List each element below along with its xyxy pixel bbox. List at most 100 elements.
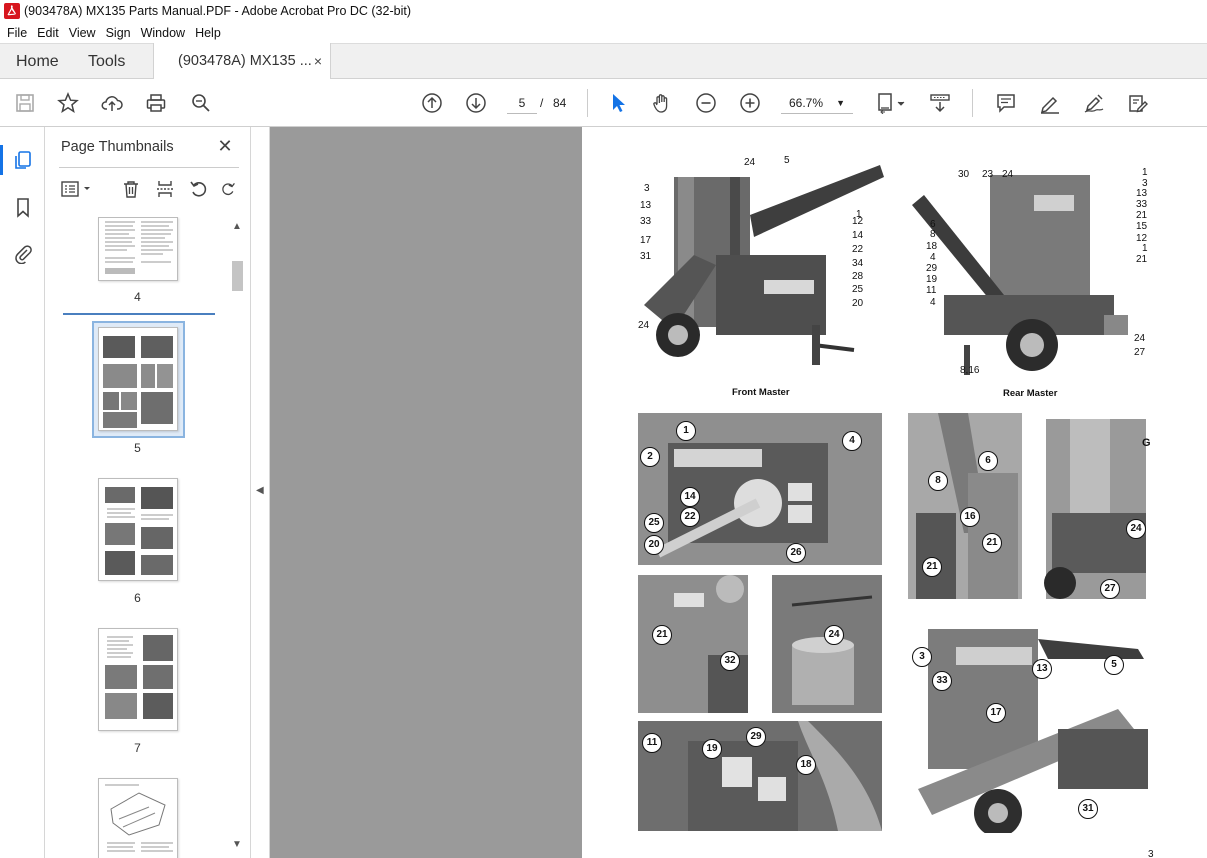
delete-page-icon[interactable] [120, 178, 142, 200]
select-cursor-icon[interactable] [606, 91, 630, 115]
photo-spout-side: 6 8 16 21 21 [908, 413, 1022, 599]
callout-label: 33 [640, 216, 652, 227]
upload-cloud-icon[interactable] [100, 91, 124, 115]
page-separator: / [540, 96, 544, 110]
thumbnail-page-4[interactable] [98, 217, 178, 281]
tab-bar: Home Tools (903478A) MX135 ... × [0, 43, 1207, 79]
callout-label: 21 [982, 533, 1002, 553]
chevron-down-icon: ▼ [836, 98, 845, 108]
callout-label: 29 [926, 263, 938, 274]
menu-help[interactable]: Help [190, 26, 226, 40]
photo-auger-tank: 3 13 5 33 17 31 [908, 619, 1156, 833]
scrollbar-thumb[interactable] [232, 261, 243, 291]
next-page-icon[interactable] [464, 91, 488, 115]
extract-pages-icon[interactable] [154, 178, 176, 200]
document-viewport[interactable]: 24 5 3 13 33 17 31 24 1 12 14 22 34 28 2… [270, 127, 1207, 858]
callout-label: 27 [1100, 579, 1120, 599]
zoom-level-value: 66.7% [789, 96, 824, 110]
callout-label: 33 [1136, 199, 1148, 210]
photo-side-panel-decals: 11 19 29 18 [638, 721, 882, 831]
save-icon[interactable] [13, 91, 37, 115]
thumbnail-page-8[interactable] [98, 778, 178, 858]
callout-label: 3 [644, 183, 650, 194]
thumbnail-scrollbar[interactable]: ▲ ▼ [229, 217, 245, 858]
callout-label: 31 [640, 251, 652, 262]
fill-sign-icon[interactable] [1126, 91, 1150, 115]
thumbnail-options-menu-icon[interactable] [59, 178, 95, 200]
zoom-level-select[interactable]: 66.7% ▼ [781, 92, 853, 114]
close-panel-icon[interactable]: ✕ [215, 136, 235, 156]
callout-label: 21 [652, 625, 672, 645]
callout-label: 4 [930, 252, 936, 263]
zoom-search-icon[interactable] [189, 91, 213, 115]
callout-label: 19 [926, 274, 938, 285]
hand-pan-icon[interactable] [650, 91, 674, 115]
highlight-pen-icon[interactable] [1038, 91, 1062, 115]
callout-label: 24 [1134, 333, 1146, 344]
callout-label: 24 [638, 320, 650, 331]
callout-label: 19 [702, 739, 722, 759]
page-fit-icon[interactable] [873, 91, 909, 115]
front-master-photo: 24 5 3 13 33 17 31 24 1 12 14 22 34 28 2… [634, 155, 886, 385]
thumbnail-page-label: 5 [134, 441, 141, 455]
thumbnail-list: 4 5 6 7 [45, 217, 230, 858]
print-icon[interactable] [144, 91, 168, 115]
title-bar: (903478A) MX135 Parts Manual.PDF - Adobe… [0, 0, 1207, 22]
callout-label: 22 [852, 244, 864, 255]
callout-label: 16 [960, 507, 980, 527]
thumbnail-page-6-image [105, 487, 173, 575]
comment-icon[interactable] [994, 91, 1018, 115]
previous-page-icon[interactable] [420, 91, 444, 115]
panel-divider [59, 167, 239, 168]
thumbnail-page-5-image [103, 336, 173, 428]
callout-label: 25 [644, 513, 664, 533]
draw-sign-icon[interactable] [1082, 91, 1106, 115]
collapse-arrow-icon: ◀ [256, 485, 264, 496]
zoom-in-icon[interactable] [738, 91, 762, 115]
callout-label: 25 [852, 284, 864, 295]
callout-label: 34 [852, 258, 864, 269]
scroll-up-icon[interactable]: ▲ [232, 221, 242, 232]
close-tab-icon[interactable]: × [314, 53, 322, 69]
panel-collapse-handle[interactable]: ◀ [251, 127, 270, 858]
zoom-out-icon[interactable] [694, 91, 718, 115]
pdf-page: 24 5 3 13 33 17 31 24 1 12 14 22 34 28 2… [582, 127, 1207, 858]
thumbnail-page-7[interactable] [98, 628, 178, 731]
callout-label: 17 [986, 703, 1006, 723]
bookmark-star-icon[interactable] [56, 91, 80, 115]
thumbnail-page-5[interactable] [98, 327, 178, 431]
callout-label: 4 [842, 431, 862, 451]
photo-decal-panel: 21 32 [638, 575, 748, 713]
menu-sign[interactable]: Sign [101, 26, 136, 40]
scroll-mode-icon[interactable] [928, 91, 952, 115]
rotate-clockwise-icon[interactable] [220, 178, 236, 200]
scroll-down-icon[interactable]: ▼ [232, 839, 242, 850]
callout-label: 11 [642, 733, 662, 753]
tab-document[interactable]: (903478A) MX135 ... × [153, 43, 331, 79]
toolbar-divider [587, 89, 588, 117]
page-number-input[interactable]: 5 [507, 92, 537, 114]
page-thumbnails-icon[interactable] [11, 148, 35, 172]
callout-label: 26 [786, 543, 806, 563]
callout-label: 6 [978, 451, 998, 471]
photo-rear-corner: G 24 27 [1040, 413, 1154, 599]
thumbnail-page-label: 4 [134, 290, 141, 304]
rear-master-photo: 30 23 24 1 3 13 33 21 15 12 1 21 6 8 18 … [904, 155, 1156, 387]
attachments-paperclip-icon[interactable] [11, 241, 35, 265]
photo-front-panel: 1 4 2 14 22 25 20 26 [628, 413, 882, 565]
menu-view[interactable]: View [64, 26, 101, 40]
tab-tools[interactable]: Tools [88, 44, 125, 79]
bookmarks-icon[interactable] [11, 195, 35, 219]
menu-edit[interactable]: Edit [32, 26, 64, 40]
thumbnail-page-6[interactable] [98, 478, 178, 581]
tab-home[interactable]: Home [16, 44, 59, 79]
callout-label: 13 [1032, 659, 1052, 679]
thumbnail-page-4-image [105, 221, 173, 274]
callout-label: 17 [640, 235, 652, 246]
callout-label: 11 [926, 285, 937, 296]
callout-label: 30 [958, 169, 970, 180]
menu-window[interactable]: Window [136, 26, 190, 40]
rotate-counterclockwise-icon[interactable] [188, 178, 210, 200]
menu-file[interactable]: File [2, 26, 32, 40]
thumbnail-insertion-divider [63, 313, 215, 315]
